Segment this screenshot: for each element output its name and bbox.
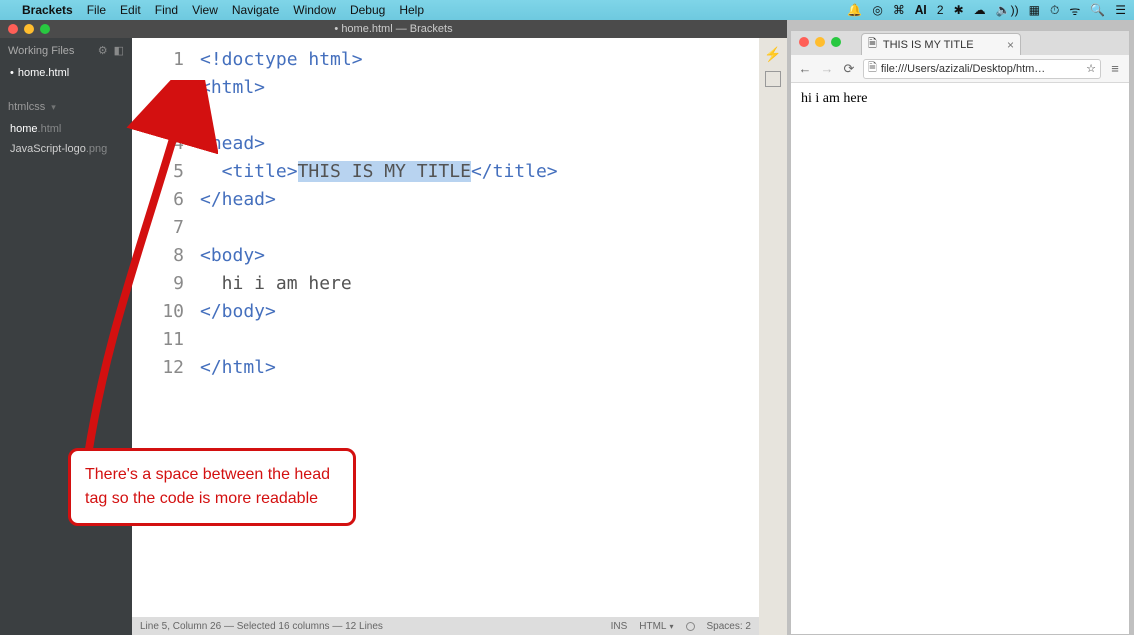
- code-content[interactable]: <!doctype html> <html> <head> <title>THI…: [194, 38, 558, 617]
- clock-icon[interactable]: ⏱: [1050, 3, 1059, 18]
- mac-menubar: Brackets File Edit Find View Navigate Wi…: [0, 0, 1134, 20]
- forward-icon[interactable]: →: [819, 61, 835, 76]
- extension-gutter: ⚡: [759, 38, 787, 635]
- volume-icon[interactable]: 🔈)): [996, 3, 1019, 17]
- hamburger-menu-icon[interactable]: ≡: [1107, 61, 1123, 76]
- live-preview-icon[interactable]: ⚡: [764, 46, 781, 63]
- file-item[interactable]: JavaScript-logo.png: [0, 139, 132, 159]
- spotlight-icon[interactable]: 🔍: [1090, 3, 1105, 17]
- menu-help[interactable]: Help: [399, 3, 424, 17]
- extension-manager-icon[interactable]: [765, 71, 781, 87]
- file-item[interactable]: home.html: [0, 119, 132, 139]
- menu-window[interactable]: Window: [293, 3, 336, 17]
- reload-icon[interactable]: ⟳: [841, 61, 857, 77]
- cursor-status: Line 5, Column 26 — Selected 16 columns …: [140, 621, 383, 632]
- minimize-button-icon[interactable]: [815, 37, 825, 47]
- menu-view[interactable]: View: [192, 3, 218, 17]
- language-mode[interactable]: HTML: [639, 621, 673, 632]
- menu-debug[interactable]: Debug: [350, 3, 385, 17]
- page-icon: 🗎: [868, 59, 877, 78]
- insert-mode[interactable]: INS: [611, 621, 628, 632]
- menu-extras-icon[interactable]: ☰: [1115, 3, 1126, 17]
- page-body-text: hi i am here: [801, 91, 867, 106]
- working-files-header[interactable]: Working Files ⚙ ◧: [0, 38, 132, 63]
- brackets-sidebar: Working Files ⚙ ◧ • home.html htmlcss home…: [0, 38, 132, 635]
- file-ext: .png: [86, 143, 107, 155]
- page-icon: 🗎: [868, 35, 877, 54]
- file-name: home: [10, 123, 38, 135]
- file-ext: .html: [38, 123, 62, 135]
- dropbox-icon[interactable]: ✱: [954, 3, 964, 17]
- keyboard-icon[interactable]: ⌘: [893, 3, 905, 17]
- chrome-window: 🗎 THIS IS MY TITLE × ← → ⟳ 🗎 file:///Use…: [790, 30, 1130, 635]
- wifi-icon[interactable]: ᯤ: [1069, 2, 1080, 19]
- menu-edit[interactable]: Edit: [120, 3, 141, 17]
- menu-navigate[interactable]: Navigate: [232, 3, 279, 17]
- dirty-dot-icon: •: [10, 67, 14, 79]
- app-name[interactable]: Brackets: [22, 3, 73, 17]
- rendered-page: hi i am here: [791, 83, 1129, 634]
- adobe-icon[interactable]: 𝐀𝐈: [915, 3, 927, 18]
- zoom-button-icon[interactable]: [40, 24, 50, 34]
- code-editor[interactable]: 123456789101112 <!doctype html> <html> <…: [132, 38, 759, 617]
- brackets-window: • home.html — Brackets Working Files ⚙ ◧ …: [0, 20, 787, 635]
- menu-find[interactable]: Find: [155, 3, 178, 17]
- chrome-tabstrip: 🗎 THIS IS MY TITLE ×: [791, 31, 1129, 55]
- notification-icon[interactable]: 🔔: [847, 3, 862, 17]
- window-title: • home.html — Brackets: [0, 23, 787, 35]
- brackets-titlebar[interactable]: • home.html — Brackets: [0, 20, 787, 38]
- browser-tab[interactable]: 🗎 THIS IS MY TITLE ×: [861, 33, 1021, 55]
- annotation-callout: There's a space between the head tag so …: [68, 448, 356, 526]
- working-files-label: Working Files: [8, 45, 74, 57]
- sync-icon[interactable]: ◎: [872, 3, 882, 17]
- spaces-setting[interactable]: Spaces: 2: [707, 621, 751, 632]
- badge-2-icon[interactable]: 2: [937, 3, 944, 17]
- split-icon[interactable]: ◧: [114, 44, 124, 57]
- chrome-toolbar: ← → ⟳ 🗎 file:///Users/azizali/Desktop/ht…: [791, 55, 1129, 83]
- selected-text[interactable]: THIS IS MY TITLE: [298, 161, 471, 182]
- battery-icon[interactable]: ▦: [1029, 3, 1040, 17]
- lint-status-icon[interactable]: [686, 622, 695, 631]
- bookmark-star-icon[interactable]: ☆: [1086, 62, 1096, 75]
- tab-title: THIS IS MY TITLE: [883, 39, 974, 51]
- close-button-icon[interactable]: [799, 37, 809, 47]
- line-gutter: 123456789101112: [132, 38, 194, 617]
- file-name: JavaScript-logo: [10, 143, 86, 155]
- status-bar: Line 5, Column 26 — Selected 16 columns …: [132, 617, 759, 635]
- project-dropdown[interactable]: htmlcss: [0, 95, 132, 119]
- working-file-label: home.html: [18, 67, 69, 79]
- working-file-item[interactable]: • home.html: [0, 63, 132, 83]
- url-text: file:///Users/azizali/Desktop/htm…: [881, 63, 1045, 75]
- address-bar[interactable]: 🗎 file:///Users/azizali/Desktop/htm… ☆: [863, 59, 1101, 79]
- back-icon[interactable]: ←: [797, 61, 813, 76]
- gear-icon[interactable]: ⚙: [98, 44, 108, 57]
- minimize-button-icon[interactable]: [24, 24, 34, 34]
- zoom-button-icon[interactable]: [831, 37, 841, 47]
- drive-icon[interactable]: ☁︎: [974, 3, 986, 17]
- menu-file[interactable]: File: [87, 3, 106, 17]
- menubar-status-icons: 🔔 ◎ ⌘ 𝐀𝐈 2 ✱ ☁︎ 🔈)) ▦ ⏱ ᯤ 🔍 ☰: [847, 2, 1126, 19]
- close-button-icon[interactable]: [8, 24, 18, 34]
- tab-close-icon[interactable]: ×: [1007, 38, 1014, 52]
